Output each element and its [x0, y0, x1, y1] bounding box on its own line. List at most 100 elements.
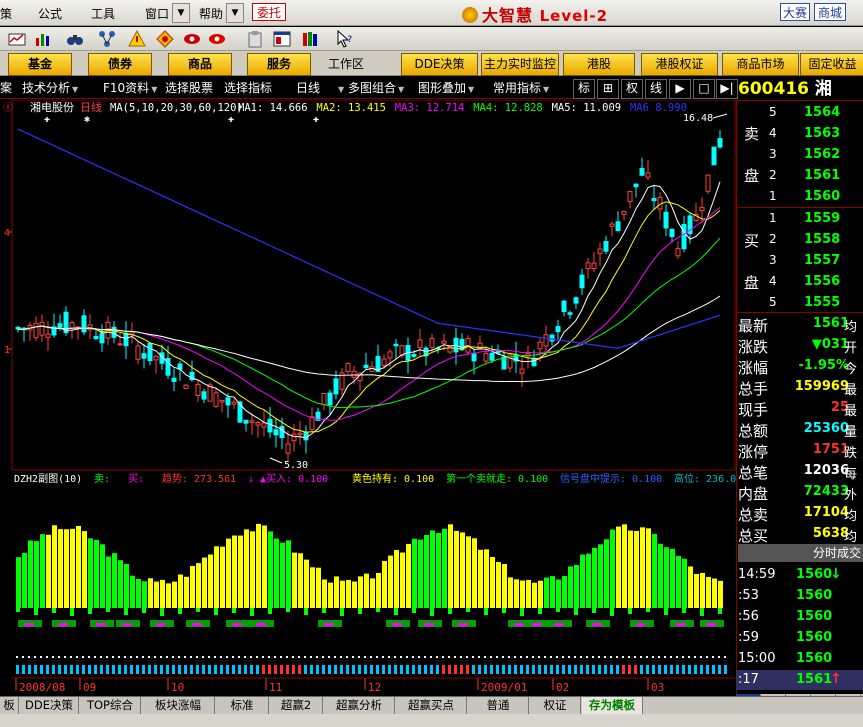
template-tab-7[interactable]: 超赢分析 — [324, 697, 395, 714]
tick-mark — [40, 665, 43, 674]
info-mark-icon[interactable]: Ⓘ — [3, 102, 13, 114]
end-button[interactable]: ▶| — [716, 79, 738, 99]
line-button[interactable]: 线 — [645, 79, 667, 99]
alert-icon[interactable] — [128, 30, 146, 48]
template-tab-4[interactable]: 板块涨幅 — [142, 697, 215, 714]
period-dropdown[interactable]: 日线 ▼ — [296, 79, 344, 97]
tick-row[interactable]: 14:59 1560 ↓ — [736, 565, 863, 585]
candle-body — [99, 333, 105, 344]
pointer-help-icon[interactable]: ? — [336, 30, 354, 48]
candle-body — [123, 332, 129, 347]
clipboard-icon[interactable] — [246, 30, 264, 48]
dot — [670, 656, 672, 658]
dot — [724, 656, 726, 658]
template-tab-6[interactable]: 超赢2 — [270, 697, 323, 714]
candle-body — [483, 352, 489, 362]
technical-analysis-button[interactable]: 技术分析 ▼ — [22, 79, 78, 97]
service-button[interactable]: 服务 — [247, 53, 311, 76]
dot — [340, 656, 342, 658]
tick-row[interactable]: 15:00 1560 — [736, 649, 863, 669]
tab-mall[interactable]: 商城 — [814, 3, 846, 21]
help-dropdown-icon[interactable]: ▼ — [226, 3, 244, 23]
tick-mark — [538, 665, 541, 674]
signal-bar — [382, 561, 387, 608]
signal-marker-accent — [636, 623, 646, 626]
menu-item-strategy[interactable]: 策 — [0, 5, 12, 22]
tick-mark — [700, 665, 703, 674]
tick-mark — [574, 665, 577, 674]
hk-warrant-button[interactable]: 港股权证 — [641, 53, 718, 76]
grid-button[interactable]: ⊞ — [597, 79, 619, 99]
signal-bar-neg — [358, 608, 362, 614]
menu-item-help[interactable]: 帮助 — [199, 5, 223, 22]
stock-chart-icon[interactable] — [8, 30, 26, 48]
tab-contest[interactable]: 大赛 — [780, 3, 810, 21]
case-button[interactable]: 案 — [0, 79, 12, 97]
template-tab-10[interactable]: 权证 — [530, 697, 581, 714]
tick-time: 15:00 — [738, 651, 776, 666]
buy-level: 4 — [769, 274, 777, 288]
weituo-button[interactable]: 委托 — [252, 3, 286, 21]
template-tab-8[interactable]: 超赢买点 — [396, 697, 467, 714]
template-tab-5[interactable]: 标准 — [216, 697, 269, 714]
overlay-button[interactable]: 图形叠加 ▼ — [418, 79, 474, 97]
sub-indicator-item: 信号盘中提示: 0.100 — [560, 472, 662, 485]
select-stock-button[interactable]: 选择股票 — [165, 79, 213, 97]
signal-markers — [18, 620, 724, 627]
signal-bar — [22, 552, 27, 608]
signal-bar-neg — [232, 608, 236, 613]
template-tab-9[interactable]: 普通 — [468, 697, 529, 714]
menu-item-tools[interactable]: 工具 — [91, 5, 115, 22]
binoculars-icon[interactable] — [66, 30, 84, 48]
window-layout-icon[interactable] — [273, 30, 291, 48]
fixed-income-button[interactable]: 固定收益 — [800, 53, 863, 76]
candle-body — [57, 323, 63, 328]
eye-red-icon[interactable] — [183, 30, 201, 48]
select-indicator-button[interactable]: 选择指标 — [224, 79, 272, 97]
commodity-market-button[interactable]: 商品市场 — [722, 53, 799, 76]
multi-chart-button[interactable]: 多图组合 ▼ — [348, 79, 404, 97]
candle-body — [69, 322, 75, 329]
tick-row[interactable]: :59 1560 — [736, 628, 863, 648]
eye-red2-icon[interactable] — [208, 30, 226, 48]
signal-bar-neg — [160, 608, 164, 616]
commodity-button[interactable]: 商品 — [168, 53, 232, 76]
dde-decision-button[interactable]: DDE决策 — [401, 53, 478, 76]
candle-body — [531, 358, 537, 367]
dot — [268, 656, 270, 658]
tick-row[interactable]: :53 1560 — [736, 586, 863, 606]
f10-button[interactable]: F10资料 ▼ — [103, 79, 157, 97]
box-button[interactable]: □ — [693, 79, 715, 99]
main-monitor-button[interactable]: 主力实时监控 — [481, 53, 559, 76]
candle-body — [681, 223, 687, 250]
signal-bar-neg — [700, 608, 704, 616]
menu-item-formula[interactable]: 公式 — [38, 5, 62, 22]
bond-button[interactable]: 债券 — [88, 53, 152, 76]
network-icon[interactable] — [98, 30, 116, 48]
play-button[interactable]: ▶ — [669, 79, 691, 99]
tick-mark — [652, 665, 655, 674]
fund-button[interactable]: 基金 — [8, 53, 72, 76]
diamond-icon[interactable] — [156, 30, 174, 48]
star-marker-icon: ✚ — [313, 114, 319, 125]
books-icon[interactable] — [302, 30, 320, 48]
template-tab-2[interactable]: DDE决策 — [20, 697, 79, 714]
template-tab-11[interactable]: 存为模板 — [582, 697, 643, 714]
candle-body — [171, 377, 177, 382]
rights-button[interactable]: 权 — [621, 79, 643, 99]
mark-button[interactable]: 标 — [573, 79, 595, 99]
menu-item-window[interactable]: 窗口 — [145, 5, 169, 22]
dot — [64, 656, 66, 658]
tick-row[interactable]: :56 1560 — [736, 607, 863, 627]
tick-mark — [190, 665, 193, 674]
kline-chart[interactable]: Ⓘ 湘电股份 日线 MA(5,10,20,30,60,120) MA1: 14.… — [0, 100, 736, 696]
template-tab-1[interactable]: 板 — [0, 697, 19, 714]
window-dropdown-icon[interactable]: ▼ — [172, 3, 190, 23]
dot — [88, 656, 90, 658]
tick-row[interactable]: :17 1561 ↑ — [736, 670, 863, 690]
signal-bar-neg — [142, 608, 146, 613]
bars-icon[interactable] — [34, 30, 52, 48]
hk-stock-button[interactable]: 港股 — [563, 53, 635, 76]
common-indicator-button[interactable]: 常用指标 ▼ — [493, 79, 549, 97]
template-tab-3[interactable]: TOP综合 — [80, 697, 141, 714]
